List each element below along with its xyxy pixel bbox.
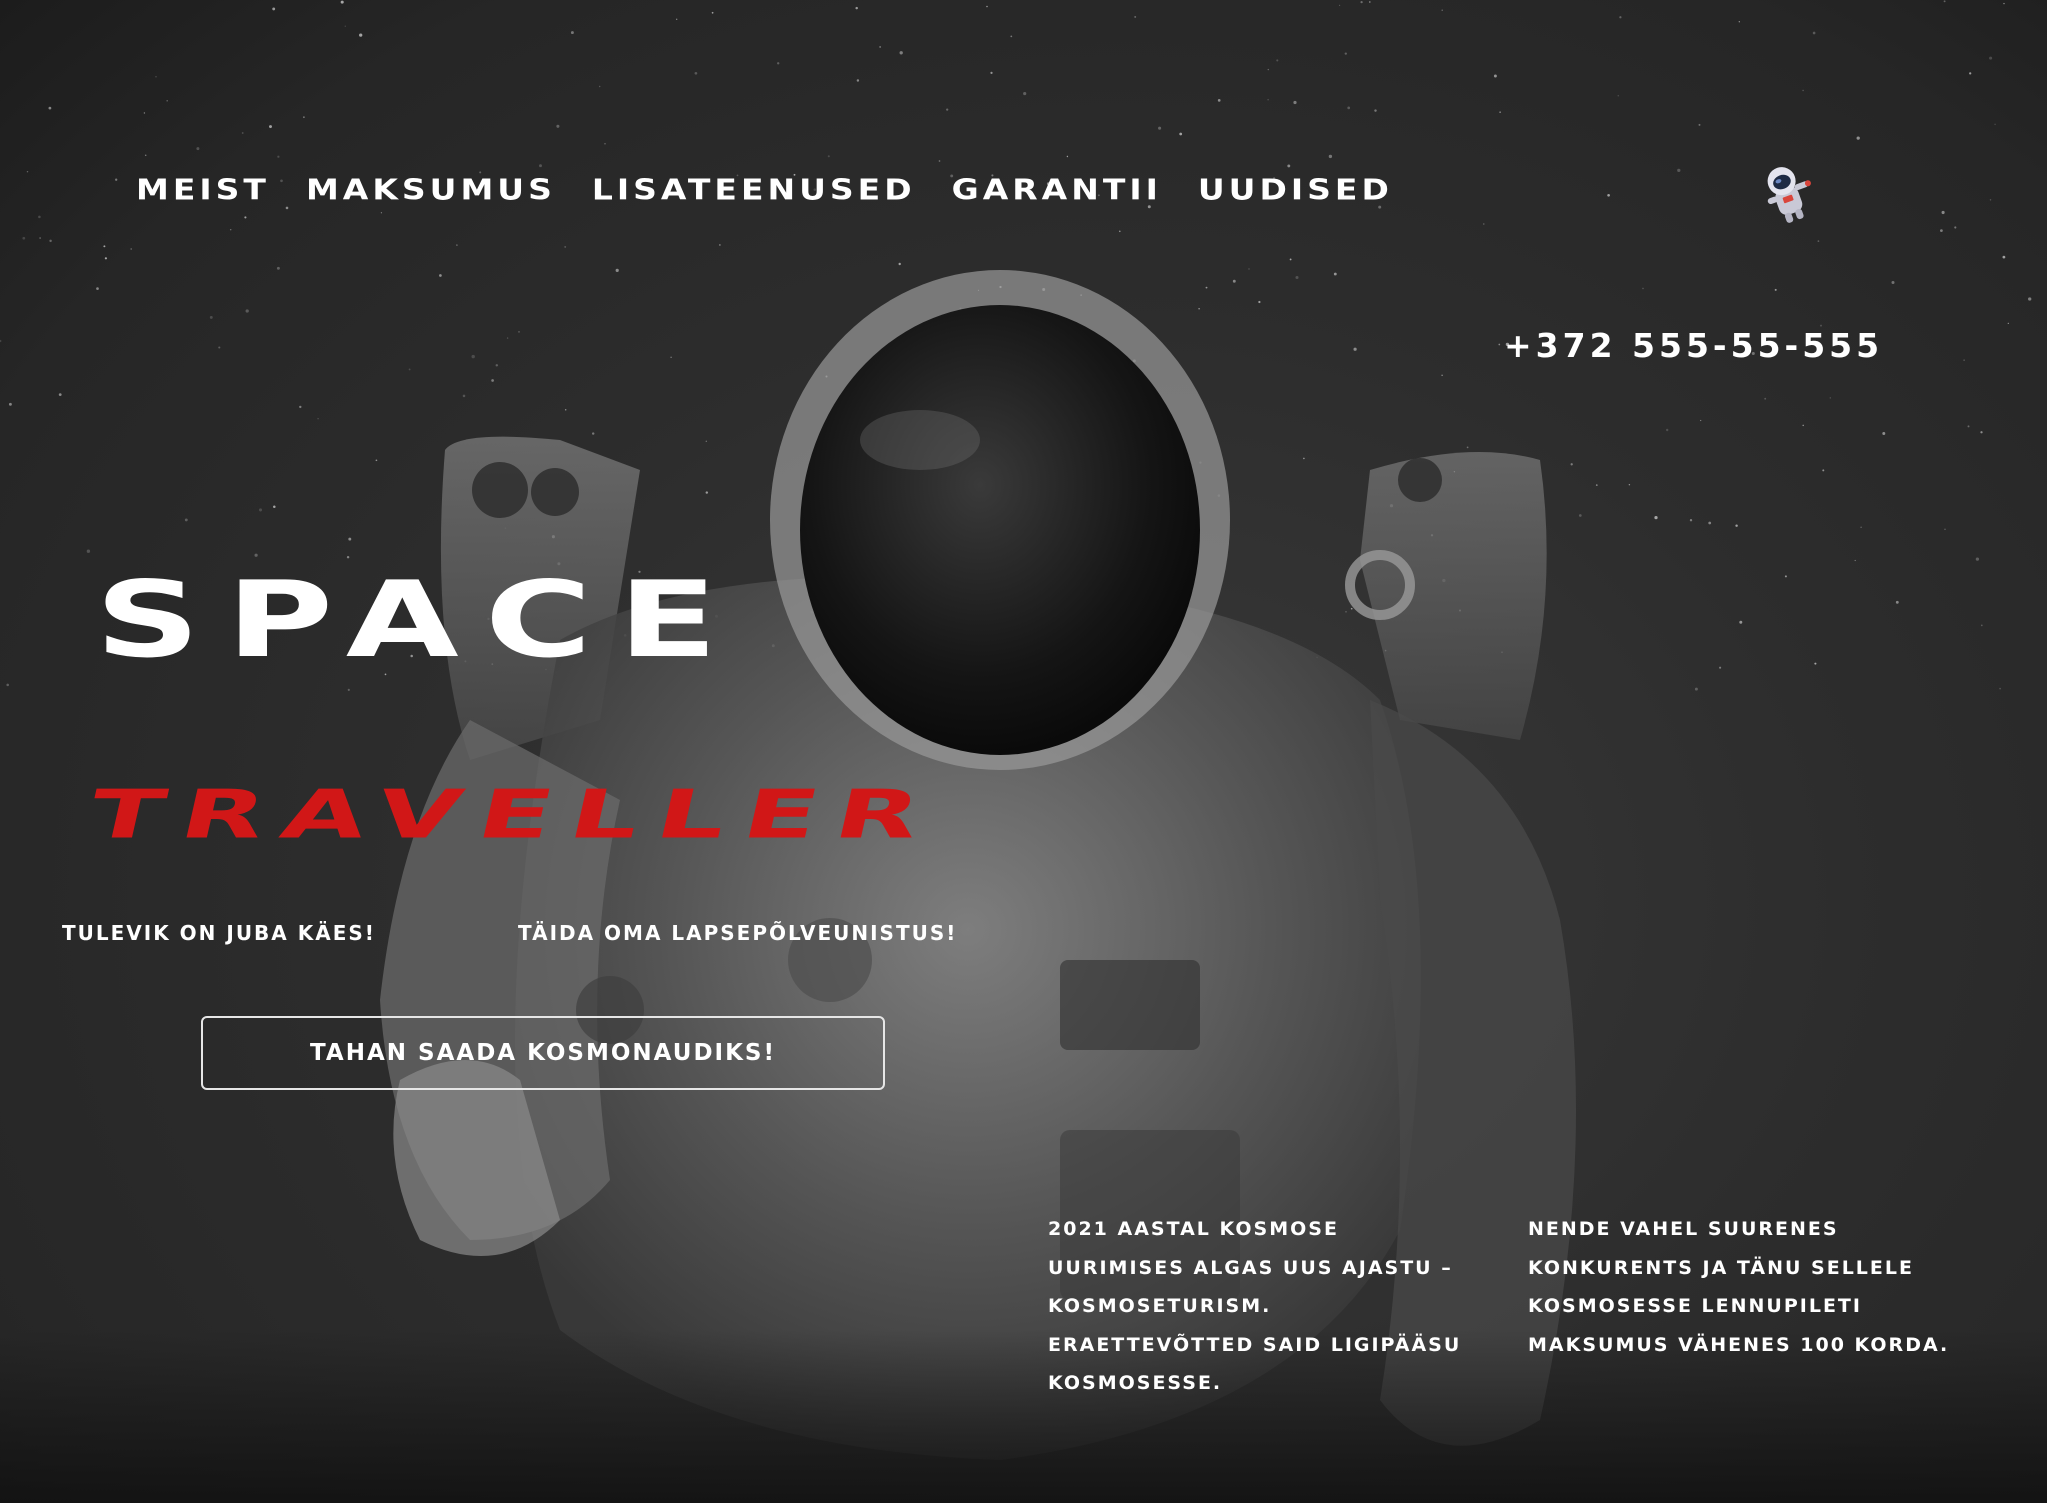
main-navigation: MEIST MAKSUMUS LISATEENUSED GARANTII UUD… — [136, 168, 1393, 212]
hero-title-traveller: TRAVELLER — [81, 775, 946, 854]
tagline-dream: TÄIDA OMA LAPSEPÕLVEUNISTUS! — [518, 921, 958, 945]
hero-title-space: SPACE — [95, 558, 744, 682]
nav-item-maksumus[interactable]: MAKSUMUS — [306, 171, 556, 208]
nav-item-lisateenused[interactable]: LISATEENUSED — [592, 171, 916, 208]
nav-item-garantii[interactable]: GARANTII — [952, 171, 1162, 208]
astronaut-icon[interactable] — [1752, 158, 1822, 228]
become-cosmonaut-button[interactable]: TAHAN SAADA KOSMONAUDIKS! — [201, 1016, 885, 1090]
phone-number[interactable]: +372 555-55-555 — [1504, 324, 1883, 368]
nav-item-uudised[interactable]: UUDISED — [1198, 171, 1393, 208]
tagline-future: TULEVIK ON JUBA KÄES! — [62, 921, 376, 945]
info-text-column-1: 2021 AASTAL KOSMOSE UURIMISES ALGAS UUS … — [1048, 1218, 1462, 1394]
nav-item-meist[interactable]: MEIST — [136, 171, 270, 208]
landing-page: MEIST MAKSUMUS LISATEENUSED GARANTII UUD… — [0, 0, 2047, 1503]
info-text-column-2: NENDE VAHEL SUURENES KONKURENTS JA TÄNU … — [1528, 1218, 1950, 1356]
